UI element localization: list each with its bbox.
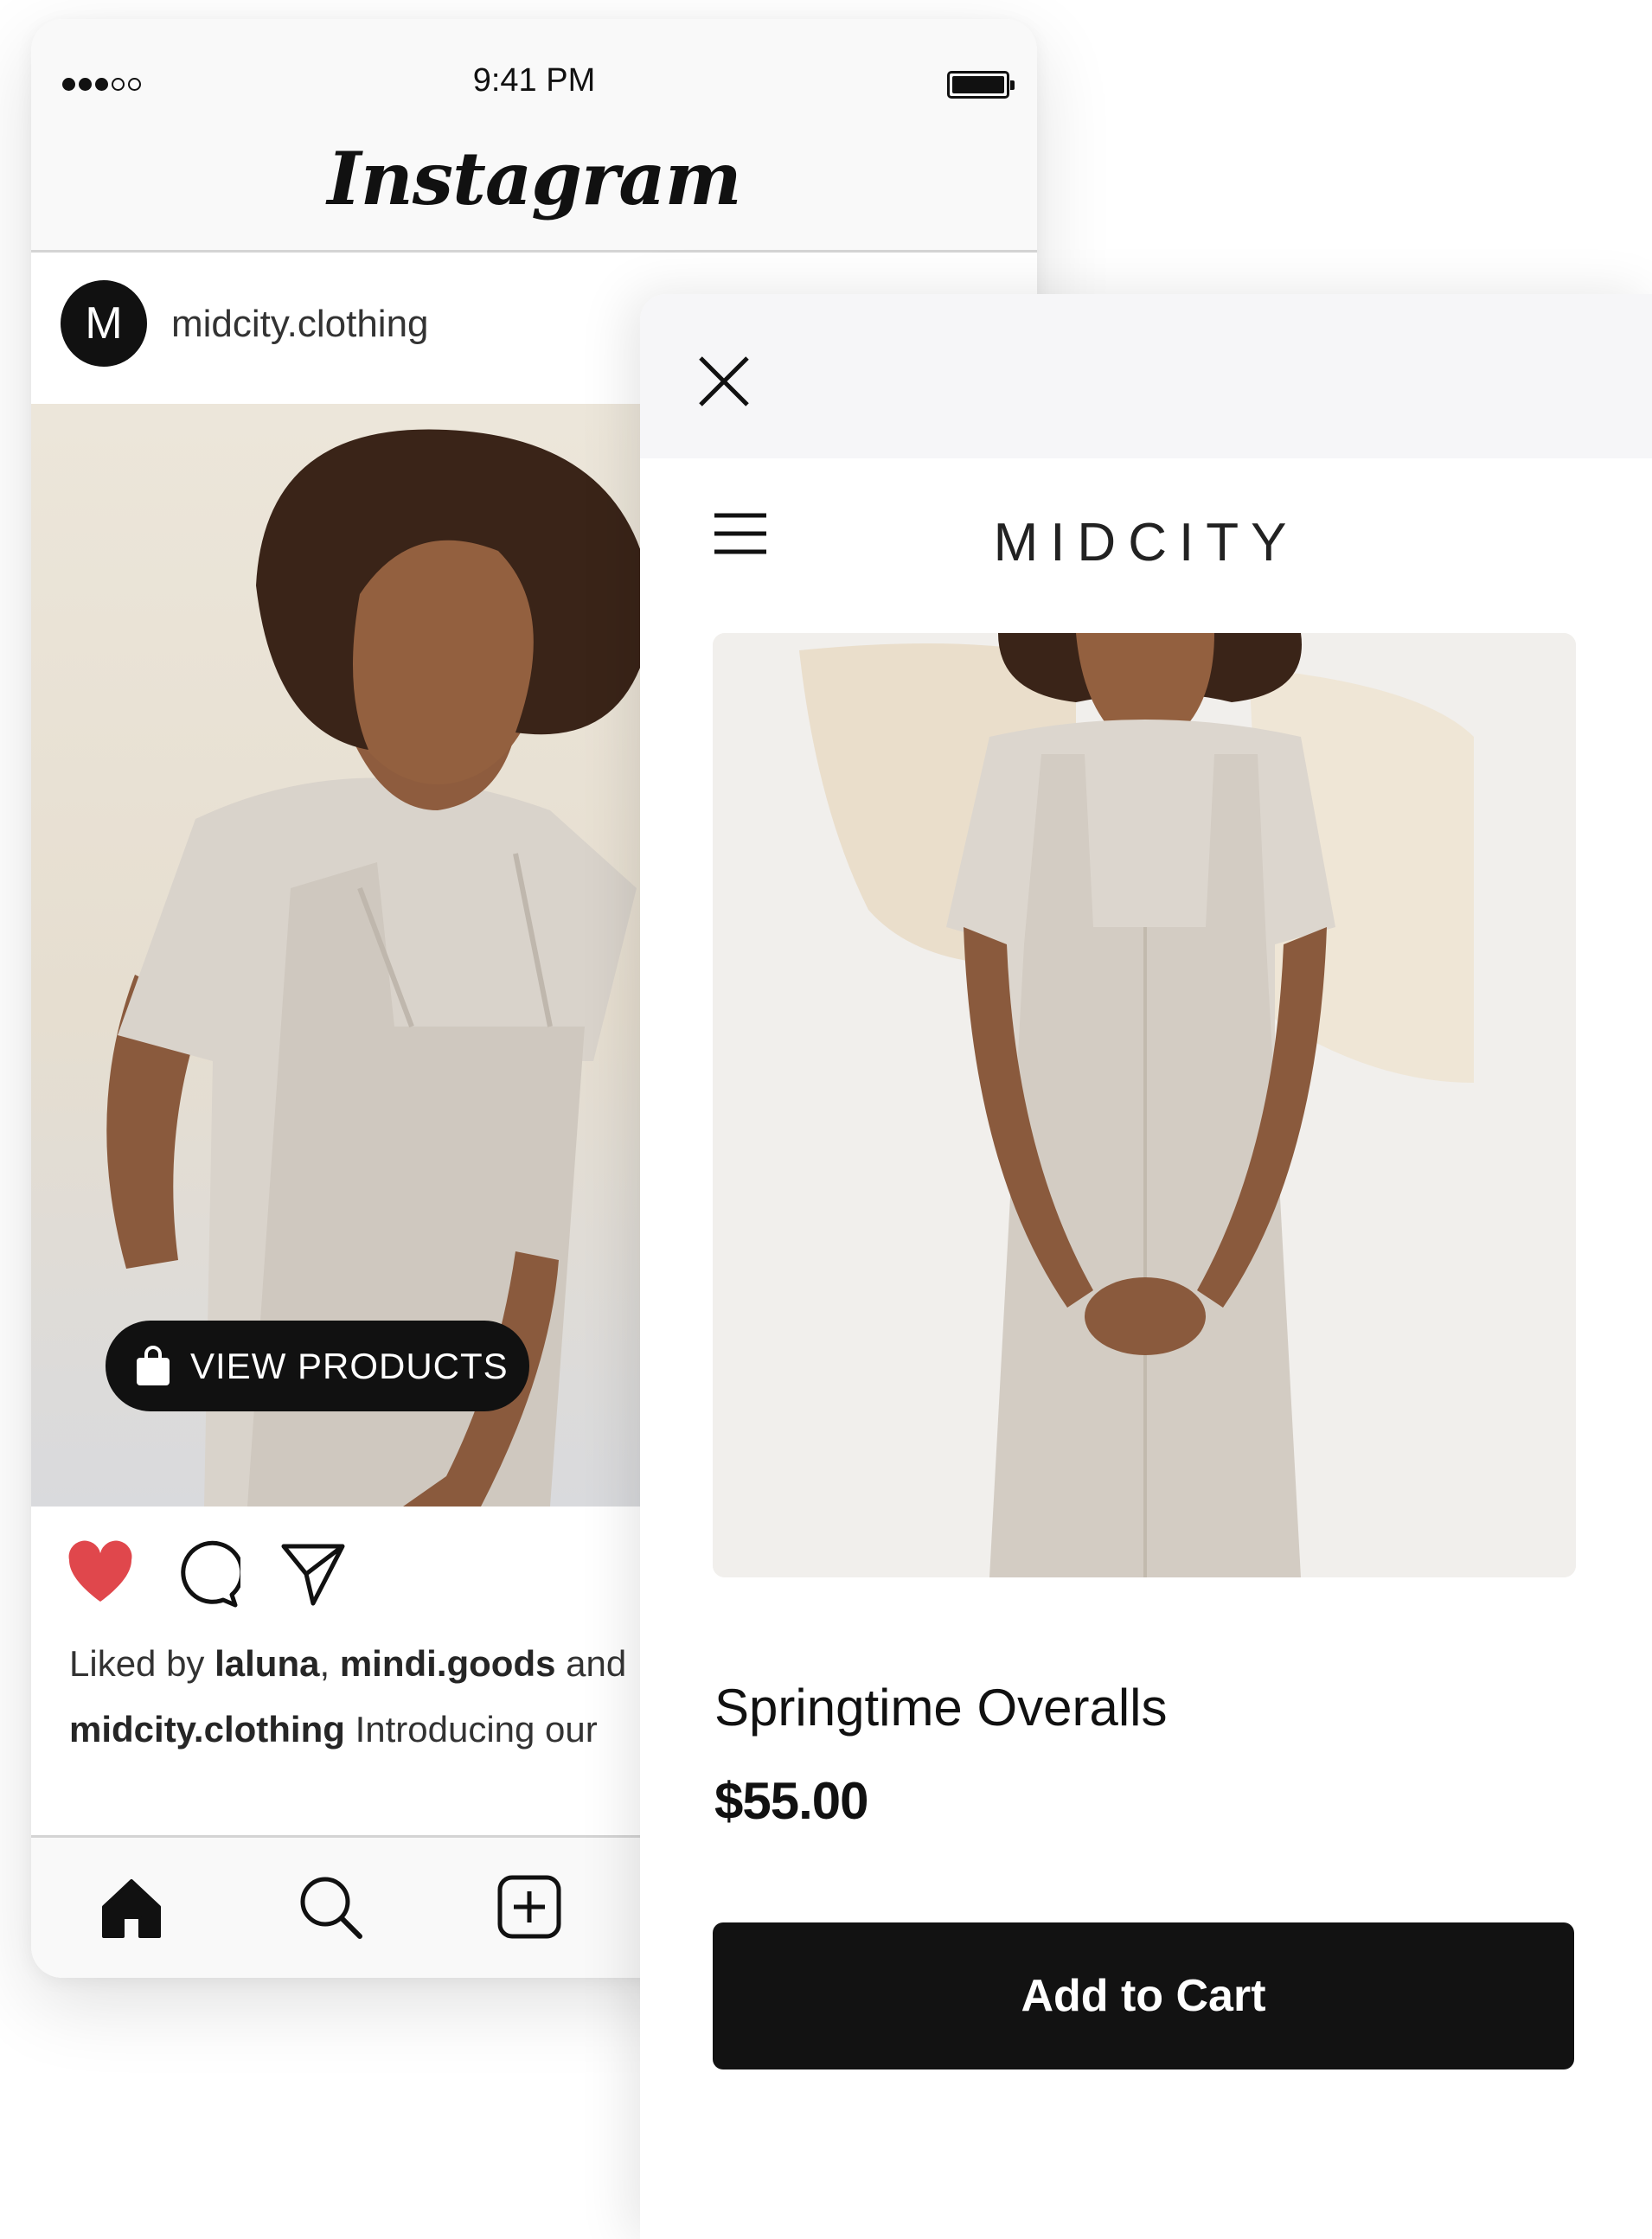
shop-brand-title: MIDCITY: [993, 513, 1299, 573]
search-icon[interactable]: [296, 1872, 365, 1942]
add-post-icon[interactable]: [495, 1872, 564, 1942]
send-icon[interactable]: [279, 1539, 348, 1609]
post-caption: midcity.clothing Introducing our: [69, 1709, 598, 1750]
product-name: Springtime Overalls: [714, 1679, 1168, 1737]
status-bar: 9:41 PM: [31, 19, 1037, 118]
close-icon[interactable]: [697, 355, 751, 408]
heart-icon[interactable]: [66, 1539, 135, 1609]
liked-separator: ,: [319, 1643, 340, 1684]
liked-suffix: and: [555, 1643, 627, 1684]
view-products-button[interactable]: VIEW PRODUCTS: [106, 1321, 529, 1411]
product-image: [713, 633, 1576, 1577]
liked-user-link[interactable]: laluna: [215, 1643, 319, 1684]
liked-by-text: Liked by laluna, mindi.goods and: [69, 1643, 626, 1685]
caption-text: Introducing our: [344, 1709, 598, 1750]
avatar[interactable]: M: [61, 280, 147, 367]
instagram-logo: Instagram: [327, 136, 741, 221]
shopping-bag-icon: [137, 1345, 170, 1385]
add-to-cart-button[interactable]: Add to Cart: [713, 1922, 1574, 2069]
sheet-topbar: [640, 294, 1652, 458]
status-time: 9:41 PM: [472, 62, 596, 99]
liked-prefix: Liked by: [69, 1643, 215, 1684]
liked-user-link[interactable]: mindi.goods: [340, 1643, 556, 1684]
view-products-label: VIEW PRODUCTS: [190, 1345, 509, 1386]
shop-product-sheet: MIDCITY Springtime Overalls $55.00 Add t…: [640, 294, 1652, 2239]
product-price: $55.00: [714, 1772, 869, 1830]
home-icon[interactable]: [97, 1872, 166, 1942]
comment-icon[interactable]: [171, 1539, 240, 1609]
caption-username[interactable]: midcity.clothing: [69, 1709, 345, 1750]
product-photo[interactable]: [713, 633, 1576, 1577]
shop-navbar: MIDCITY: [640, 458, 1652, 623]
post-username[interactable]: midcity.clothing: [171, 303, 429, 346]
instagram-header: Instagram: [31, 118, 1037, 253]
battery-icon: [947, 71, 1015, 99]
